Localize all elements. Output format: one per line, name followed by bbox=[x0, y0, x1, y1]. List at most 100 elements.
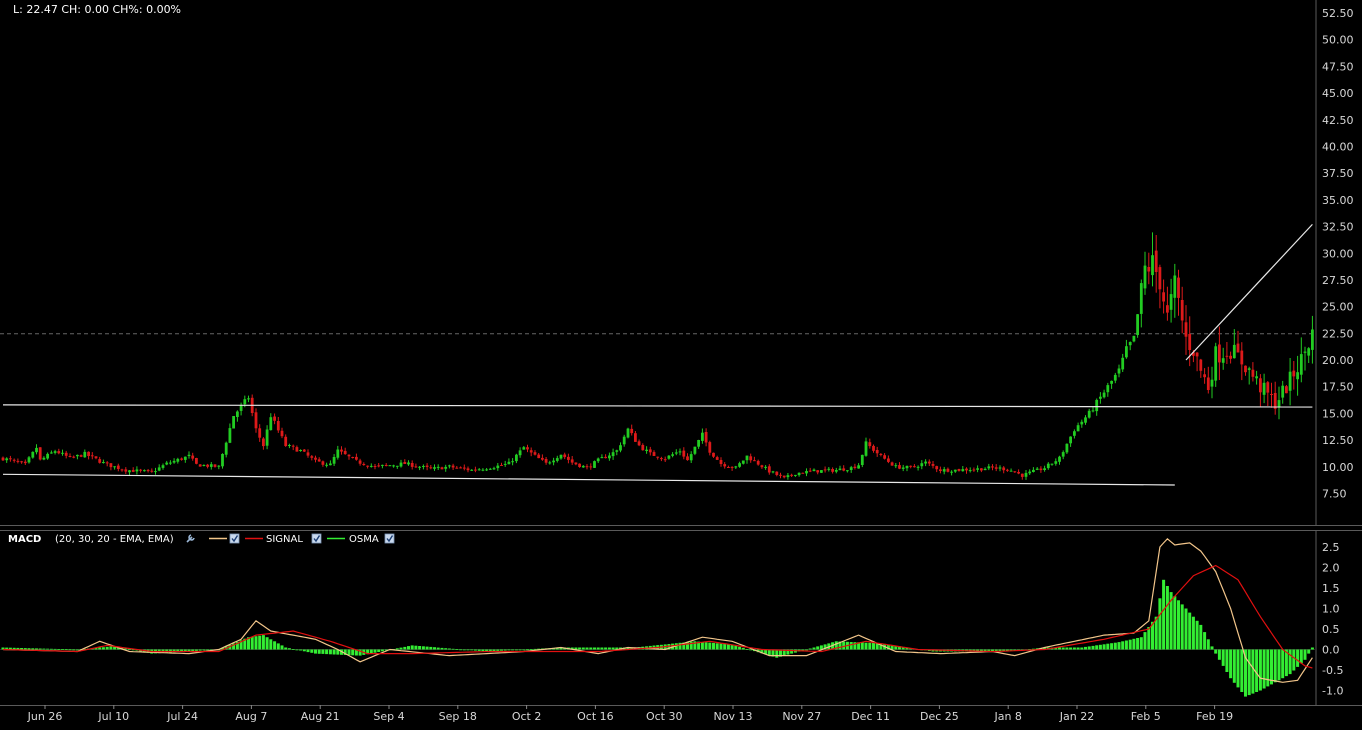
candle-body bbox=[433, 467, 436, 469]
candle-body bbox=[366, 465, 369, 467]
candle-body bbox=[916, 466, 920, 468]
price-y-tick: 32.50 bbox=[1322, 221, 1354, 234]
candle-body bbox=[678, 451, 682, 453]
candle-body bbox=[470, 469, 474, 471]
candle-body bbox=[879, 454, 883, 455]
candle-body bbox=[1125, 346, 1128, 358]
candle-body bbox=[1039, 468, 1043, 471]
x-tick-label: Sep 18 bbox=[439, 710, 477, 723]
osma-bar bbox=[42, 648, 46, 650]
candle-body bbox=[485, 469, 488, 471]
osma-bar bbox=[418, 646, 422, 650]
osma-bar bbox=[399, 647, 403, 650]
macd-y-tick: 1.5 bbox=[1322, 582, 1340, 595]
osma-bar bbox=[310, 649, 314, 653]
candle-body bbox=[972, 469, 976, 471]
macd-y-tick: 2.5 bbox=[1322, 541, 1340, 554]
candle-body bbox=[131, 470, 135, 472]
osma-bar bbox=[738, 646, 742, 650]
candle-body bbox=[1311, 329, 1314, 350]
osma-bar bbox=[1132, 638, 1136, 650]
candle-body bbox=[1099, 396, 1102, 399]
candle-body bbox=[1270, 394, 1273, 395]
candle-body bbox=[529, 450, 533, 453]
osma-checkbox-icon[interactable] bbox=[384, 533, 395, 544]
candle-body bbox=[500, 465, 503, 466]
candle-body bbox=[53, 451, 57, 453]
osma-bar bbox=[68, 649, 72, 651]
osma-bar bbox=[492, 649, 496, 652]
x-tick-label: Nov 13 bbox=[714, 710, 753, 723]
candle-body bbox=[332, 457, 336, 464]
candle-body bbox=[23, 461, 27, 464]
candle-body bbox=[113, 466, 116, 468]
candle-body bbox=[317, 459, 321, 462]
x-tick-label: Jan 22 bbox=[1059, 710, 1094, 723]
candle-body bbox=[422, 466, 425, 467]
osma-bar bbox=[1162, 579, 1166, 650]
osma-bar bbox=[1296, 649, 1300, 667]
candle-body bbox=[660, 458, 663, 460]
candle-body bbox=[1076, 425, 1080, 432]
candle-body bbox=[645, 449, 648, 451]
candle-body bbox=[314, 457, 317, 460]
osma-bar bbox=[723, 643, 727, 650]
osma-bar bbox=[816, 646, 820, 650]
candle-body bbox=[712, 452, 715, 457]
candle-body bbox=[150, 470, 154, 472]
price-y-tick: 45.00 bbox=[1322, 87, 1354, 100]
osma-bar bbox=[849, 642, 853, 650]
x-tick-label: Jul 10 bbox=[97, 710, 129, 723]
candle-body bbox=[1054, 461, 1058, 464]
candle-body bbox=[589, 466, 593, 468]
macd-checkbox-icon[interactable] bbox=[229, 533, 240, 544]
candle-body bbox=[191, 455, 195, 459]
candle-body bbox=[559, 454, 563, 459]
candle-body bbox=[600, 457, 604, 459]
osma-bar bbox=[27, 648, 31, 650]
price-y-tick: 25.00 bbox=[1322, 301, 1354, 314]
x-tick-label: Aug 21 bbox=[301, 710, 340, 723]
candle-body bbox=[983, 468, 987, 471]
price-y-tick: 52.50 bbox=[1322, 7, 1354, 20]
candle-body bbox=[202, 465, 206, 466]
candle-body bbox=[741, 460, 745, 464]
candle-body bbox=[1199, 359, 1203, 371]
price-y-tick: 47.50 bbox=[1322, 60, 1354, 73]
osma-bar bbox=[500, 649, 503, 651]
candle-body bbox=[1247, 368, 1251, 370]
osma-bar bbox=[1258, 649, 1262, 691]
candle-body bbox=[1091, 410, 1095, 412]
osma-bar bbox=[284, 647, 288, 650]
osma-bar bbox=[503, 649, 507, 651]
x-tick-label: Oct 2 bbox=[512, 710, 542, 723]
osma-bar bbox=[477, 649, 481, 651]
candle-body bbox=[466, 468, 470, 471]
osma-bar bbox=[1110, 643, 1114, 650]
candle-body bbox=[224, 442, 228, 455]
osma-bar bbox=[1177, 600, 1180, 650]
signal-checkbox-icon[interactable] bbox=[311, 533, 322, 544]
osma-bar bbox=[306, 649, 310, 653]
price-y-tick: 42.50 bbox=[1322, 114, 1354, 127]
osma-bar bbox=[314, 649, 317, 654]
osma-bar bbox=[1206, 639, 1210, 650]
candle-body bbox=[596, 458, 600, 462]
candle-body bbox=[567, 456, 570, 460]
candle-body bbox=[299, 450, 302, 451]
candle-body bbox=[723, 464, 727, 467]
osma-bar bbox=[514, 649, 518, 651]
stock-chart[interactable]: 52.50 50.00 47.50 45.00 42.50 40.00 37.50 35.00… bbox=[0, 0, 1362, 730]
candle-body bbox=[563, 454, 567, 458]
candle-body bbox=[808, 470, 812, 472]
osma-bar bbox=[522, 649, 526, 651]
candle-body bbox=[459, 467, 462, 469]
osma-bar bbox=[105, 646, 109, 650]
osma-bar bbox=[700, 642, 704, 650]
candle-body bbox=[782, 475, 786, 478]
osma-bar bbox=[1288, 649, 1292, 675]
osma-bar bbox=[425, 646, 429, 650]
candle-body bbox=[1095, 399, 1099, 412]
osma-bar bbox=[1210, 646, 1214, 650]
osma-bar bbox=[369, 649, 373, 654]
